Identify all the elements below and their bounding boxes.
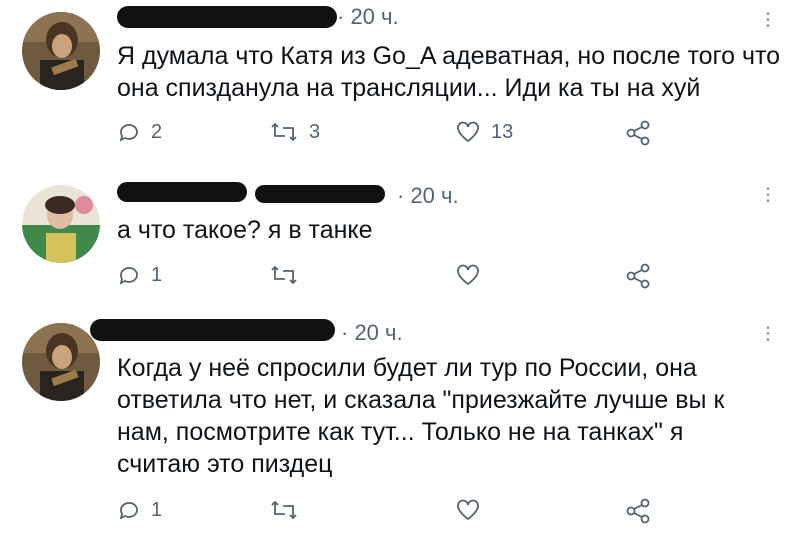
tweet-text: а что такое? я в танке xyxy=(117,214,787,246)
reply-count: 2 xyxy=(151,120,163,143)
avatar[interactable] xyxy=(22,12,100,90)
like-button[interactable] xyxy=(455,498,481,522)
reply-button[interactable]: 2 xyxy=(117,120,162,144)
retweet-icon xyxy=(269,120,299,144)
avatar[interactable] xyxy=(22,185,100,263)
like-icon xyxy=(455,498,481,522)
like-button[interactable] xyxy=(455,263,481,287)
more-icon[interactable]: • • • xyxy=(766,324,770,346)
retweet-button[interactable] xyxy=(269,263,299,287)
tweet[interactable]: · 20 ч. • • • Когда у неё спросили будет л… xyxy=(0,310,800,541)
like-button[interactable]: 13 xyxy=(455,120,513,144)
retweet-icon xyxy=(269,498,299,522)
tweet-actions: 2 3 13 xyxy=(117,120,677,150)
share-button[interactable] xyxy=(625,263,651,289)
share-button[interactable] xyxy=(625,498,651,524)
redacted-handle xyxy=(255,185,385,203)
tweet[interactable]: · 20 ч. • • • а что такое? я в танке 1 xyxy=(0,165,800,310)
redacted-username xyxy=(117,182,247,202)
reply-icon xyxy=(117,498,141,522)
like-icon xyxy=(455,120,481,144)
reply-icon xyxy=(117,263,141,287)
reply-icon xyxy=(117,120,141,144)
reply-button[interactable]: 1 xyxy=(117,498,162,522)
tweet[interactable]: · 20 ч. • • • Я думала что Катя из Go_A ад… xyxy=(0,0,800,165)
more-icon[interactable]: • • • xyxy=(766,185,770,207)
reply-count: 1 xyxy=(151,498,163,521)
share-button[interactable] xyxy=(625,120,651,146)
tweet-text: Я думала что Катя из Go_A адеватная, но … xyxy=(117,42,781,102)
tweet-actions: 1 xyxy=(117,498,677,528)
reply-count: 1 xyxy=(151,263,163,286)
tweet-text-highlight: ... Только не на танках" xyxy=(393,418,663,446)
tweet-timestamp[interactable]: · 20 ч. xyxy=(397,183,459,209)
retweet-count: 3 xyxy=(309,120,321,143)
avatar[interactable] xyxy=(22,323,100,401)
tweet-actions: 1 xyxy=(117,263,677,293)
retweet-icon xyxy=(269,263,299,287)
tweet-timestamp[interactable]: · 20 ч. xyxy=(341,320,403,346)
redacted-username xyxy=(117,6,337,28)
share-icon xyxy=(625,263,651,289)
retweet-button[interactable]: 3 xyxy=(269,120,320,144)
redacted-username xyxy=(90,319,335,341)
more-icon[interactable]: • • • xyxy=(766,10,770,32)
like-count: 13 xyxy=(491,120,514,143)
tweet-timestamp[interactable]: · 20 ч. xyxy=(337,4,399,30)
tweet-text-plain: а что такое? xyxy=(117,216,268,244)
share-icon xyxy=(625,120,651,146)
share-icon xyxy=(625,498,651,524)
like-icon xyxy=(455,263,481,287)
tweet-text-highlight: я в танке xyxy=(267,216,373,244)
tweet-text: Когда у неё спросили будет ли тур по Рос… xyxy=(117,352,737,480)
retweet-button[interactable] xyxy=(269,498,299,522)
reply-button[interactable]: 1 xyxy=(117,263,162,287)
